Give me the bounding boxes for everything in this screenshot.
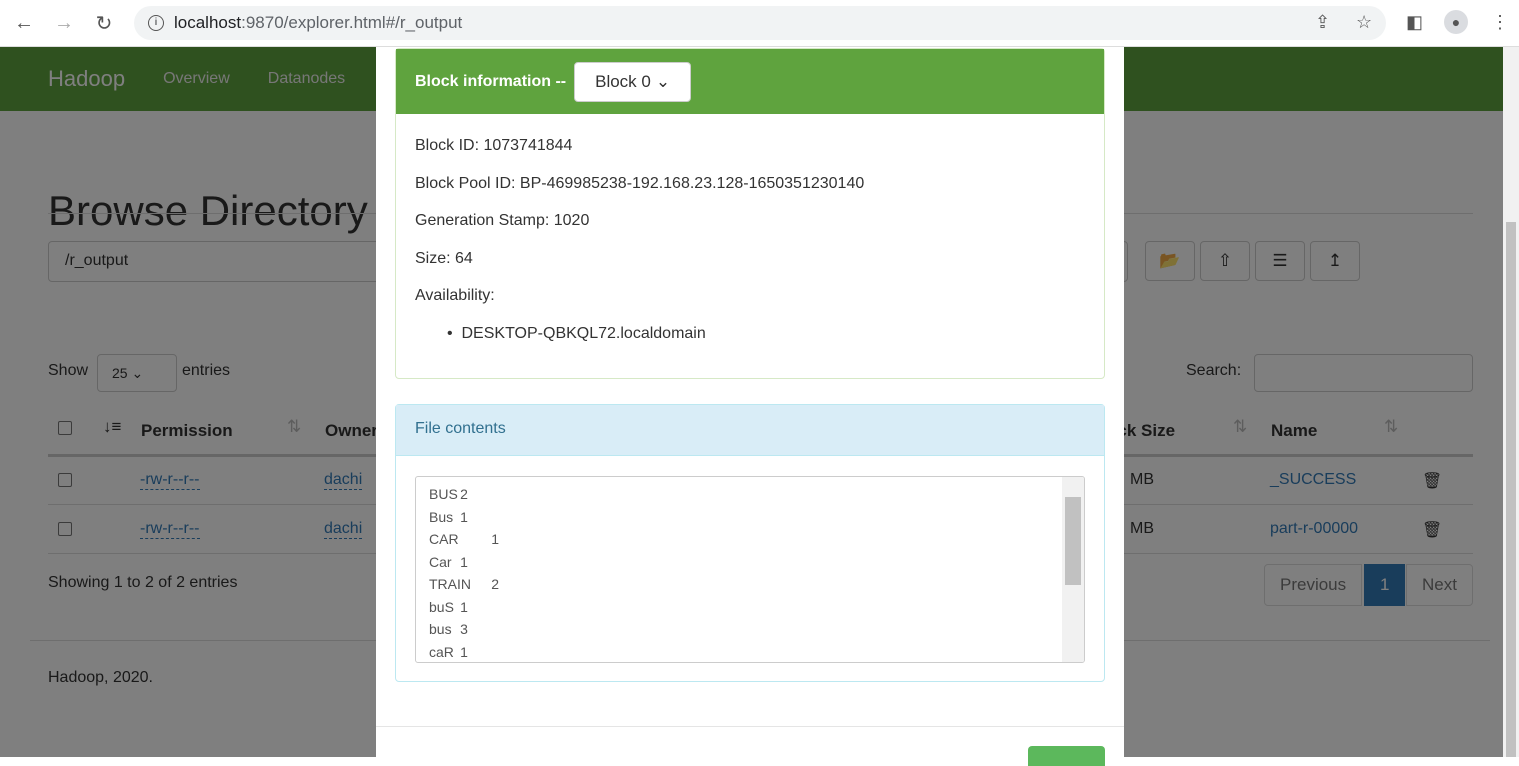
scrollbar-thumb[interactable] <box>1506 222 1516 757</box>
availability-label: Availability: <box>415 287 495 304</box>
file-line: bus 3 <box>429 621 468 637</box>
forward-icon[interactable]: → <box>48 12 80 35</box>
chevron-down-icon: ⌄ <box>655 71 671 91</box>
url-path: :9870/explorer.html#/r_output <box>241 13 463 32</box>
address-bar[interactable]: i localhost:9870/explorer.html#/r_output <box>134 6 1386 40</box>
generation-stamp: Generation Stamp: 1020 <box>415 212 590 229</box>
url-host: localhost <box>174 13 242 32</box>
file-contents-textarea[interactable]: BUS 2 Bus 1 CAR 1 Car 1 TRAIN 2 buS 1 bus 3 caR… <box>415 476 1085 663</box>
block-pool-id: Block Pool ID: BP-469985238-192.168.23.1… <box>415 175 865 192</box>
block-id: Block ID: 1073741844 <box>415 137 573 154</box>
file-contents-title: File contents <box>396 405 1104 456</box>
profile-icon[interactable]: ● <box>1444 10 1468 34</box>
close-button[interactable] <box>1028 746 1105 766</box>
block-select[interactable]: Block 0 ⌄ <box>574 61 692 102</box>
modal-footer-divider <box>376 726 1124 727</box>
datanode-item: • DESKTOP-QBKQL72.localdomain <box>447 325 706 342</box>
block-size: Size: 64 <box>415 250 473 267</box>
file-line: buS 1 <box>429 598 468 615</box>
file-line: CAR 1 <box>429 531 500 547</box>
file-line: Bus 1 <box>429 508 468 525</box>
file-line: TRAIN 2 <box>429 576 500 592</box>
star-icon[interactable]: ☆ <box>1356 12 1372 33</box>
file-line: caR 1 <box>429 643 468 660</box>
sidepanel-icon[interactable]: ◧ <box>1406 12 1423 33</box>
file-contents-panel: File contents BUS 2 Bus 1 CAR 1 Car 1 TRAIN … <box>395 404 1105 682</box>
file-line: Car 1 <box>429 553 468 570</box>
block-select-value: Block 0 <box>595 71 651 91</box>
file-line: BUS 2 <box>429 486 468 502</box>
page-scrollbar[interactable] <box>1503 47 1519 757</box>
block-info-title: Block information -- <box>415 72 567 90</box>
textarea-scrollbar[interactable] <box>1062 477 1084 662</box>
back-icon[interactable]: ← <box>8 12 40 35</box>
reload-icon[interactable]: ↻ <box>88 11 120 36</box>
info-icon[interactable]: i <box>148 15 164 31</box>
block-info-panel: Block information -- Block 0 ⌄ Block ID: … <box>395 48 1105 379</box>
datanode-name: DESKTOP-QBKQL72.localdomain <box>461 325 706 342</box>
share-icon[interactable]: ⇪ <box>1315 12 1330 33</box>
block-info-header: Block information -- Block 0 ⌄ <box>396 49 1104 114</box>
menu-icon[interactable]: ⋮ <box>1491 12 1509 33</box>
browser-toolbar: ← → ↻ i localhost:9870/explorer.html#/r_… <box>0 0 1519 47</box>
block-info-modal: Block information -- Block 0 ⌄ Block ID: … <box>376 47 1124 766</box>
scrollbar-thumb[interactable] <box>1065 497 1081 585</box>
